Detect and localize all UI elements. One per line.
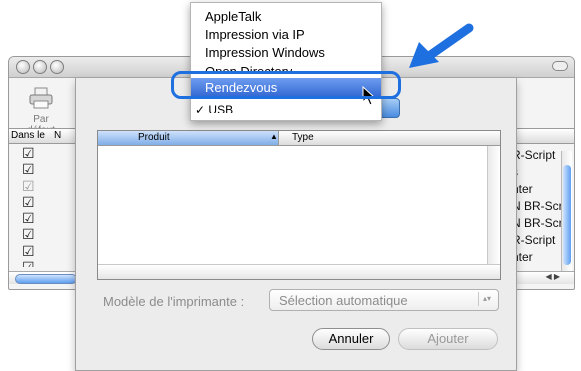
sort-ascending-icon: ▲	[270, 132, 278, 141]
printer-model-select[interactable]: Sélection automatique ▴▾	[269, 289, 499, 311]
toolbar-toggle-button[interactable]	[552, 61, 568, 71]
add-button[interactable]: Ajouter	[398, 328, 498, 350]
cancel-button[interactable]: Annuler	[312, 328, 390, 350]
stepper-icon: ▴▾	[478, 292, 495, 306]
scroll-thumb[interactable]	[15, 274, 77, 284]
menu-item-appletalk[interactable]: AppleTalk	[205, 9, 261, 24]
column-product-label: Produit	[138, 132, 170, 143]
kind-cell: s	[512, 164, 565, 181]
vertical-scrollbar[interactable]	[561, 151, 572, 283]
kind-cell: N BR-Scri	[512, 216, 566, 230]
printer-icon	[29, 87, 53, 109]
printer-model-label: Modèle de l'imprimante :	[103, 294, 245, 309]
menu-checkbox[interactable]: ☑	[22, 146, 35, 160]
in-menu-checkbox-column: ☑ ☑ ☑ ☑ ☑ ☑ ☑ ☑	[22, 146, 35, 271]
menu-checkbox[interactable]: ☑	[22, 211, 35, 225]
menu-checkbox[interactable]: ☑	[22, 195, 35, 209]
menu-item-usb[interactable]: ✓ USB	[195, 103, 233, 113]
printer-kind-column: R-Script s nter N BR-Scri N BR-Scri R-Sc…	[512, 147, 565, 266]
menu-checkbox[interactable]: ☑	[22, 162, 35, 176]
arrow-icon	[409, 23, 474, 68]
kind-cell: nter	[512, 182, 533, 196]
menu-item-ip-printing[interactable]: Impression via IP	[205, 27, 305, 42]
table-horizontal-scrollbar[interactable]	[98, 264, 500, 279]
menu-checkbox[interactable]: ☑	[22, 261, 34, 267]
minimize-window-button[interactable]	[33, 60, 47, 74]
menu-item-windows-printing[interactable]: Impression Windows	[205, 45, 325, 60]
table-vertical-scrollbar[interactable]	[487, 146, 500, 264]
kind-cell: R-Script	[512, 233, 556, 247]
kind-cell: N BR-Scri	[512, 199, 566, 213]
kind-cell: R-Script	[512, 148, 556, 162]
connection-type-menu: AppleTalk Impression via IP Impression W…	[190, 2, 382, 121]
column-name[interactable]: N	[54, 130, 61, 141]
close-window-button[interactable]	[16, 60, 30, 74]
scroll-arrows-icon[interactable]: ◀ ▶	[545, 272, 560, 281]
column-product[interactable]: Produit	[98, 131, 279, 145]
kind-cell: nter	[512, 250, 533, 264]
zoom-window-button[interactable]	[50, 60, 64, 74]
menu-checkbox[interactable]: ☑	[22, 179, 35, 193]
printer-model-value: Sélection automatique	[279, 293, 408, 308]
printer-browser-table: Produit ▲ Type	[97, 130, 501, 280]
menu-checkbox[interactable]: ☑	[22, 244, 35, 258]
table-header: Produit ▲ Type	[98, 131, 500, 146]
menu-item-usb-label: USB	[208, 103, 234, 113]
menu-checkbox[interactable]: ☑	[22, 227, 35, 241]
column-in-menu[interactable]: Dans le	[11, 130, 45, 141]
scroll-thumb[interactable]	[563, 165, 571, 265]
highlight-callout	[171, 71, 401, 99]
column-type-label: Type	[292, 132, 314, 143]
add-printer-sheet: Produit ▲ Type Modèle de l'imprimante : …	[75, 78, 517, 371]
checkmark-icon: ✓	[195, 103, 206, 113]
